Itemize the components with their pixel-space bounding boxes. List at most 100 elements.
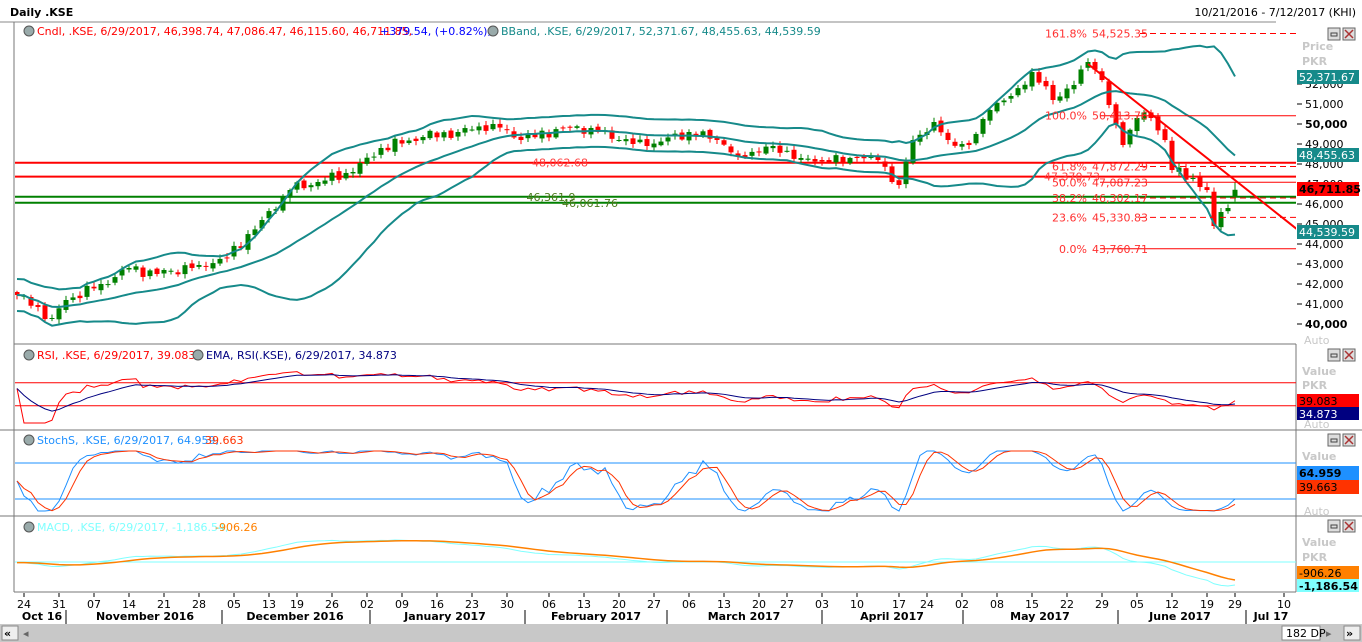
date-tick-label: 27 bbox=[647, 598, 661, 611]
date-tick-label: 29 bbox=[1228, 598, 1242, 611]
candle bbox=[966, 142, 972, 145]
minimize-panel-button[interactable] bbox=[1327, 433, 1341, 447]
price-tick-label: 43,000 bbox=[1305, 258, 1344, 271]
candle bbox=[518, 136, 524, 140]
candle bbox=[434, 132, 440, 138]
month-label: May 2017 bbox=[1010, 610, 1070, 623]
hline-label: 48,062.68 bbox=[532, 157, 588, 170]
axis-title: Value bbox=[1302, 536, 1336, 549]
month-label: Jul 17 bbox=[1253, 610, 1289, 623]
candle bbox=[1127, 129, 1133, 145]
candle bbox=[322, 180, 328, 184]
candle bbox=[140, 267, 146, 277]
stoch-k-legend: StochS, .KSE, 6/29/2017, 64.959, bbox=[37, 434, 219, 447]
axis-currency: PKR bbox=[1302, 55, 1328, 68]
candle bbox=[1057, 96, 1063, 101]
candle bbox=[161, 269, 167, 274]
clock-icon[interactable] bbox=[192, 349, 204, 361]
candle bbox=[469, 129, 475, 131]
fib-value: 43,760.71 bbox=[1092, 243, 1148, 256]
fib-percent: 38.2% bbox=[1052, 192, 1087, 205]
stoch-d-legend: 39.663 bbox=[205, 434, 244, 447]
candle bbox=[399, 140, 405, 144]
candle bbox=[812, 159, 818, 162]
clock-icon[interactable] bbox=[23, 521, 35, 533]
scroll-left-icon[interactable]: ◂ bbox=[23, 627, 29, 640]
chart-title: Daily .KSE bbox=[10, 6, 73, 19]
candle bbox=[336, 171, 342, 180]
date-tick-label: 27 bbox=[780, 598, 794, 611]
kse-chart[interactable]: Daily .KSE 10/21/2016 - 7/12/2017 (KHI) … bbox=[0, 0, 1362, 642]
stoch-legend: StochS, .KSE, 6/29/2017, 64.959, 39.663 bbox=[23, 434, 244, 447]
price-tick-label: 41,000 bbox=[1305, 298, 1344, 311]
candle bbox=[98, 284, 104, 291]
candle bbox=[882, 161, 888, 167]
candle bbox=[490, 124, 496, 130]
month-label: March 2017 bbox=[708, 610, 781, 623]
minimize-panel-button[interactable] bbox=[1327, 348, 1341, 362]
candle bbox=[567, 126, 573, 128]
candle bbox=[77, 295, 83, 299]
double-chevron-left-icon[interactable]: « bbox=[4, 627, 11, 640]
candle bbox=[1190, 178, 1196, 179]
candle bbox=[70, 297, 76, 300]
candle bbox=[455, 132, 461, 137]
axis-currency: PKR bbox=[1302, 379, 1328, 392]
price-tick-label: 44,000 bbox=[1305, 238, 1344, 251]
candle bbox=[833, 155, 839, 163]
candle bbox=[770, 146, 776, 149]
candle bbox=[217, 258, 223, 264]
auto-scale-button[interactable]: Auto bbox=[1304, 334, 1330, 347]
stoch-k-value: 64.959 bbox=[1299, 467, 1341, 480]
date-tick-label: 02 bbox=[360, 598, 374, 611]
candle bbox=[665, 137, 671, 142]
candle bbox=[112, 277, 118, 283]
candle bbox=[392, 138, 398, 152]
candle bbox=[1001, 100, 1007, 103]
fib-value: 47,087.23 bbox=[1092, 176, 1148, 189]
candle bbox=[903, 161, 909, 185]
fib-percent: 0.0% bbox=[1059, 243, 1087, 256]
axis-title: Price bbox=[1302, 40, 1333, 53]
candle bbox=[105, 284, 111, 286]
axis-currency: PKR bbox=[1302, 551, 1328, 564]
month-label: February 2017 bbox=[551, 610, 641, 623]
candle bbox=[847, 157, 853, 164]
candle bbox=[350, 172, 356, 174]
bb-lower-value: 44,539.59 bbox=[1299, 226, 1355, 239]
candle bbox=[826, 160, 832, 162]
scroll-right-icon[interactable]: ▸ bbox=[1326, 627, 1332, 640]
rsi-legend: RSI, .KSE, 6/29/2017, 39.083, EMA, RSI(.… bbox=[23, 349, 397, 362]
clock-icon[interactable] bbox=[23, 349, 35, 361]
minimize-panel-button[interactable] bbox=[1327, 519, 1341, 533]
macd-value: -1,186.54 bbox=[1299, 580, 1358, 593]
price-tick-label: 40,000 bbox=[1305, 318, 1348, 331]
fib-percent: 61.8% bbox=[1052, 161, 1087, 174]
fib-percent: 100.0% bbox=[1045, 110, 1087, 123]
axis-title: Value bbox=[1302, 450, 1336, 463]
clock-icon[interactable] bbox=[23, 25, 35, 37]
date-tick-label: 28 bbox=[192, 598, 206, 611]
clock-icon[interactable] bbox=[487, 25, 499, 37]
candle bbox=[1197, 176, 1203, 188]
candle bbox=[91, 286, 97, 289]
candle bbox=[721, 140, 727, 145]
candle bbox=[637, 139, 643, 143]
clock-icon[interactable] bbox=[23, 434, 35, 446]
candle bbox=[777, 145, 783, 153]
double-chevron-right-icon[interactable]: » bbox=[1346, 627, 1353, 640]
auto-scale-button[interactable]: Auto bbox=[1304, 505, 1330, 518]
candle bbox=[1043, 80, 1049, 87]
candle bbox=[364, 157, 370, 164]
candle bbox=[1064, 88, 1070, 99]
candle bbox=[798, 158, 804, 160]
candle bbox=[1169, 140, 1175, 170]
minimize-panel-button[interactable] bbox=[1327, 27, 1341, 41]
candle bbox=[973, 133, 979, 144]
candle bbox=[462, 128, 468, 133]
candle bbox=[49, 318, 55, 319]
fib-value: 47,872.29 bbox=[1092, 161, 1148, 174]
scrollbar[interactable]: « ◂ 182 DP ▸ » bbox=[0, 624, 1362, 642]
month-label: January 2017 bbox=[403, 610, 486, 623]
last-price-value: 46,711.85 bbox=[1299, 183, 1361, 196]
